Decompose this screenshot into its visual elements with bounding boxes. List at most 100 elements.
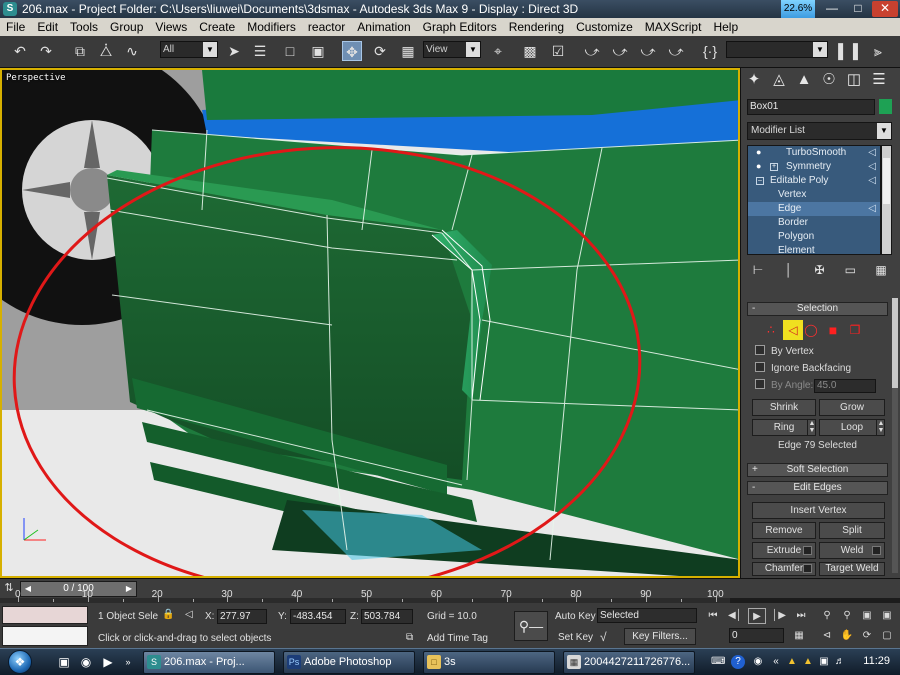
key-mode-toggle-icon[interactable]: ⚲— (514, 611, 548, 641)
spinner-snap-icon[interactable]: ⤻ (666, 41, 686, 61)
menu-views[interactable]: Views (149, 18, 193, 36)
network-status-icon[interactable]: ▣ (817, 655, 831, 669)
manipulate-icon[interactable]: ▩ (520, 41, 540, 61)
edit-edges-rollout-header[interactable]: - Edit Edges (747, 481, 888, 495)
bind-to-space-warp-icon[interactable]: ∿ (122, 41, 142, 61)
y-coordinate-field[interactable]: -483.454 (290, 609, 346, 624)
time-configuration-icon[interactable]: ▦ (790, 628, 808, 644)
checkbox[interactable] (755, 379, 765, 389)
stack-scrollbar[interactable] (881, 145, 892, 255)
security-icon[interactable]: ▲ (801, 655, 815, 669)
z-coordinate-field[interactable]: 503.784 (361, 609, 413, 624)
show-desktop-icon[interactable]: ▣ (56, 654, 72, 670)
menu-maxscript[interactable]: MAXScript (639, 18, 708, 36)
insert-vertex-button[interactable]: Insert Vertex (752, 502, 885, 519)
start-button[interactable]: ❖ (2, 649, 42, 675)
redo-icon[interactable]: ↷ (36, 41, 56, 61)
collapse-icon[interactable]: – (756, 177, 764, 185)
stack-item-turbosmooth[interactable]: ● TurboSmooth ◁ (748, 146, 880, 160)
network-icon[interactable]: ◉ (751, 655, 765, 669)
loop-button[interactable]: Loop ▲ ▼ (819, 419, 885, 436)
maxscript-listener-input[interactable] (2, 626, 88, 646)
lightbulb-icon[interactable]: ● (756, 147, 764, 157)
configure-modifier-sets-icon[interactable]: ▦ (870, 261, 892, 279)
modify-tab-icon[interactable]: ◬ (767, 68, 791, 92)
select-and-scale-icon[interactable]: ▦ (398, 41, 418, 61)
stack-item-symmetry[interactable]: ● + Symmetry ◁ (748, 160, 880, 174)
mini-curve-editor-icon[interactable]: ⇅ (2, 581, 16, 596)
chevron-right-icon[interactable]: » (120, 654, 136, 670)
chamfer-button[interactable]: Chamfer (752, 562, 816, 576)
hierarchy-tab-icon[interactable]: ▲ (792, 68, 816, 92)
arc-rotate-icon[interactable]: ⟳ (858, 628, 876, 644)
field-of-view-icon[interactable]: ⊲ (818, 628, 836, 644)
chevron-left-icon[interactable]: « (769, 655, 783, 669)
play-icon[interactable]: ▶ (748, 608, 766, 624)
extrude-button[interactable]: Extrude (752, 542, 816, 559)
go-to-end-icon[interactable]: ⏭ (792, 608, 810, 624)
settings-icon[interactable] (803, 564, 812, 573)
ignore-backfacing-checkbox[interactable]: Ignore Backfacing (755, 362, 851, 376)
grow-button[interactable]: Grow (819, 399, 885, 416)
maxscript-listener-output[interactable] (2, 606, 88, 624)
go-to-start-icon[interactable]: ⏮ (704, 608, 722, 624)
media-player-icon[interactable]: ▶ (100, 654, 116, 670)
next-frame-icon[interactable]: │▶ (770, 608, 788, 624)
taskbar-item-photoshop[interactable]: Ps Adobe Photoshop (283, 651, 415, 674)
menu-edit[interactable]: Edit (31, 18, 64, 36)
menu-animation[interactable]: Animation (351, 18, 416, 36)
time-slider-handle[interactable]: ◀ 0 / 100 ▶ (20, 581, 137, 597)
polygon-mode-icon[interactable]: ■ (823, 320, 843, 340)
zoom-icon[interactable]: ⚲ (818, 608, 836, 624)
create-tab-icon[interactable]: ✦ (742, 68, 766, 92)
volume-icon[interactable]: ♬ (833, 655, 847, 669)
keyboard-icon[interactable]: ⌨ (711, 655, 725, 669)
selection-rollout-header[interactable]: - Selection (747, 302, 888, 316)
selection-filter-dropdown[interactable]: All ▼ (160, 41, 218, 58)
target-weld-button[interactable]: Target Weld (819, 562, 885, 576)
clock[interactable]: 11:29 (863, 655, 890, 667)
show-end-result-icon[interactable]: │ (778, 261, 800, 279)
percent-snap-icon[interactable]: ⤻ (638, 41, 658, 61)
utilities-tab-icon[interactable]: ☰ (867, 68, 891, 92)
object-color-swatch[interactable] (879, 99, 892, 114)
edit-named-selection-icon[interactable]: {·} (700, 41, 720, 61)
perspective-viewport[interactable]: Perspective (0, 68, 740, 578)
browser-icon[interactable]: ◉ (78, 654, 94, 670)
loop-spinner-icon[interactable]: ▲ ▼ (876, 420, 885, 435)
reference-coordinate-dropdown[interactable]: View ▼ (423, 41, 481, 58)
subobject-edge[interactable]: Edge ◁ (748, 202, 880, 216)
menu-customize[interactable]: Customize (570, 18, 639, 36)
select-object-icon[interactable]: ➤ (224, 41, 244, 61)
help-icon[interactable]: ? (731, 655, 745, 669)
shrink-button[interactable]: Shrink (752, 399, 816, 416)
unlink-icon[interactable]: ⧊ (96, 41, 116, 61)
command-panel-scrollbar[interactable] (892, 298, 898, 573)
keyboard-shortcut-override-icon[interactable]: ☑ (548, 41, 568, 61)
lock-selection-icon[interactable]: 🔒 (162, 609, 174, 620)
remove-button[interactable]: Remove (752, 522, 816, 539)
x-coordinate-field[interactable]: 277.97 (217, 609, 267, 624)
vertex-mode-icon[interactable]: ∴ (761, 320, 781, 340)
subobject-vertex[interactable]: Vertex (748, 188, 880, 202)
expand-icon[interactable]: + (770, 163, 778, 171)
maximize-viewport-icon[interactable]: ▢ (878, 628, 896, 644)
maximize-button[interactable]: □ (846, 1, 870, 17)
set-key-button[interactable]: Set Key (558, 632, 593, 643)
zoom-extents-icon[interactable]: ▣ (858, 608, 876, 624)
mirror-icon[interactable]: ▌▐ (838, 41, 858, 61)
select-and-rotate-icon[interactable]: ⟳ (370, 41, 390, 61)
window-crossing-icon[interactable]: ▣ (308, 41, 328, 61)
close-button[interactable]: ✕ (872, 1, 898, 17)
subobject-element[interactable]: Element (748, 244, 880, 254)
checkbox[interactable] (755, 345, 765, 355)
display-tab-icon[interactable]: ◫ (842, 68, 866, 92)
taskbar-item-folder[interactable]: □ 3s (423, 651, 555, 674)
zoom-all-icon[interactable]: ⚲ (838, 608, 856, 624)
lightbulb-icon[interactable]: ● (756, 161, 764, 171)
viewport-label[interactable]: Perspective (6, 73, 66, 83)
by-angle-checkbox[interactable]: By Angle: (755, 379, 813, 393)
split-button[interactable]: Split (819, 522, 885, 539)
menu-modifiers[interactable]: Modifiers (241, 18, 302, 36)
ring-button[interactable]: Ring ▲ ▼ (752, 419, 816, 436)
